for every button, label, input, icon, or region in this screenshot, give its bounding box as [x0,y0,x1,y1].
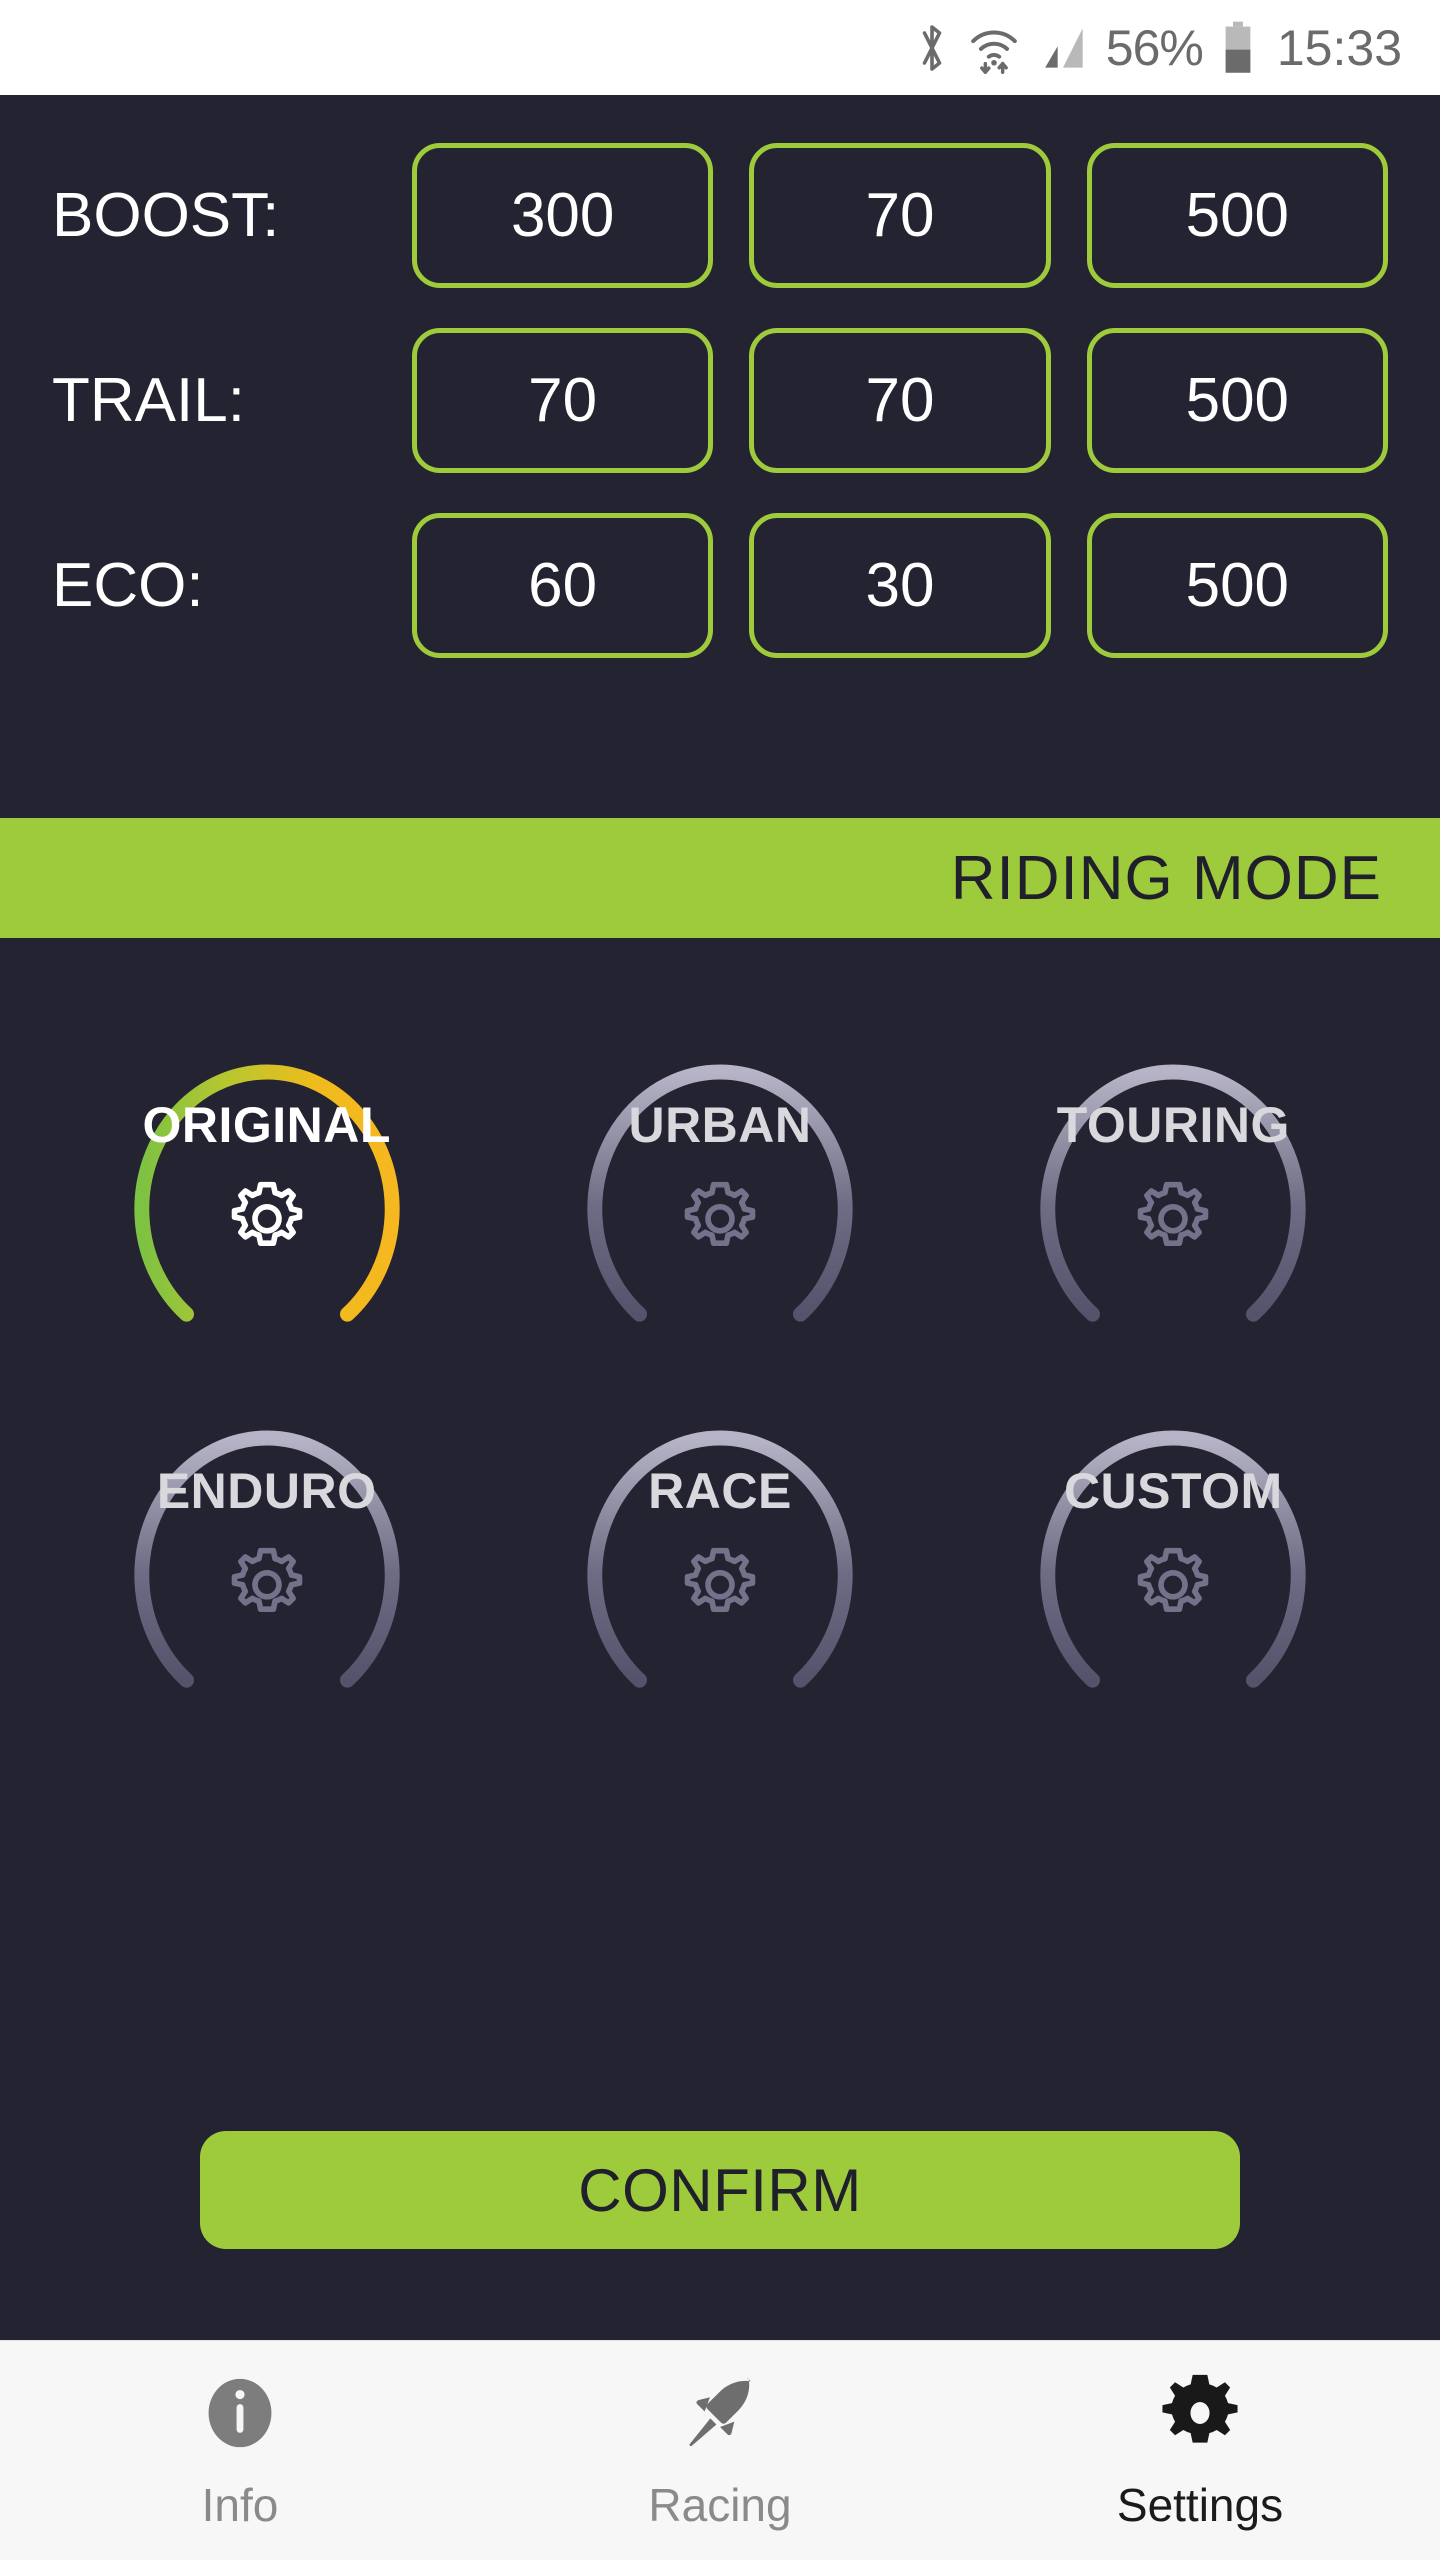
riding-mode-grid: ORIGINAL URBAN TOURING ENDURO RACE CUSTO… [0,938,1440,2040]
mode-label-original: ORIGINAL [142,1097,391,1153]
gear-icon[interactable] [1128,1176,1218,1266]
bluetooth-icon [914,20,950,76]
mode-label-urban: URBAN [628,1097,812,1153]
mode-option-urban[interactable]: URBAN [493,1018,946,1348]
mode-option-original[interactable]: ORIGINAL [40,1018,493,1348]
gear-icon [1156,2370,1244,2456]
cellular-signal-icon [1038,23,1088,73]
nav-tab-info[interactable]: Info [0,2341,480,2560]
wifi-icon [968,22,1020,74]
clock-time: 15:33 [1276,19,1402,76]
boost-value-1[interactable]: 300 [412,143,714,288]
mode-content-custom: CUSTOM [1064,1466,1283,1632]
trail-value-3[interactable]: 500 [1086,328,1388,473]
mode-content-original: ORIGINAL [142,1100,390,1266]
nav-label-racing: Racing [648,2478,792,2531]
confirm-button-area: CONFIRM [0,2040,1440,2340]
boost-value-3[interactable]: 500 [1086,143,1388,288]
param-row-eco: ECO: 60 30 500 [52,513,1388,658]
param-boxes-boost: 300 70 500 [412,143,1388,288]
battery-icon [1221,20,1255,76]
mode-option-race[interactable]: RACE [493,1384,946,1714]
mode-option-custom[interactable]: CUSTOM [947,1384,1400,1714]
param-label-eco: ECO: [52,551,204,620]
mode-content-enduro: ENDURO [157,1466,377,1632]
confirm-button[interactable]: CONFIRM [200,2131,1240,2249]
param-label-trail: TRAIL: [52,366,245,435]
param-boxes-eco: 60 30 500 [412,513,1388,658]
assist-parameters-panel: BOOST: 300 70 500 TRAIL: 70 70 500 ECO: … [0,95,1440,818]
eco-value-1[interactable]: 60 [412,513,714,658]
mode-content-race: RACE [648,1466,792,1632]
param-row-trail: TRAIL: 70 70 500 [52,328,1388,473]
rocket-icon [677,2370,763,2456]
gear-icon[interactable] [222,1176,312,1266]
app-screen: 56% 15:33 BOOST: 300 70 500 TRAIL: 70 70 [0,0,1440,2560]
info-circle-icon [199,2370,281,2456]
param-label-boost: BOOST: [52,181,280,250]
mode-label-race: RACE [648,1463,792,1519]
trail-value-2[interactable]: 70 [749,328,1051,473]
nav-label-settings: Settings [1116,2478,1284,2531]
param-row-boost: BOOST: 300 70 500 [52,143,1388,288]
gear-icon[interactable] [675,1542,765,1632]
mode-label-touring: TOURING [1056,1097,1290,1153]
status-bar: 56% 15:33 [0,0,1440,95]
nav-tab-racing[interactable]: Racing [480,2341,960,2560]
mode-label-custom: CUSTOM [1063,1463,1283,1519]
riding-mode-title: RIDING MODE [950,843,1382,913]
mode-label-enduro: ENDURO [156,1463,377,1519]
mode-option-enduro[interactable]: ENDURO [40,1384,493,1714]
nav-tab-settings[interactable]: Settings [960,2341,1440,2560]
eco-value-2[interactable]: 30 [749,513,1051,658]
battery-percentage: 56% [1105,19,1204,76]
gear-icon[interactable] [222,1542,312,1632]
riding-mode-banner: RIDING MODE [0,818,1440,938]
boost-value-2[interactable]: 70 [749,143,1051,288]
eco-value-3[interactable]: 500 [1086,513,1388,658]
nav-label-info: Info [201,2478,279,2531]
mode-content-urban: URBAN [628,1100,811,1266]
mode-content-touring: TOURING [1057,1100,1290,1266]
param-boxes-trail: 70 70 500 [412,328,1388,473]
trail-value-1[interactable]: 70 [412,328,714,473]
bottom-navigation-bar: Info Racing Settings [0,2340,1440,2560]
gear-icon[interactable] [1128,1542,1218,1632]
gear-icon[interactable] [675,1176,765,1266]
mode-option-touring[interactable]: TOURING [947,1018,1400,1348]
